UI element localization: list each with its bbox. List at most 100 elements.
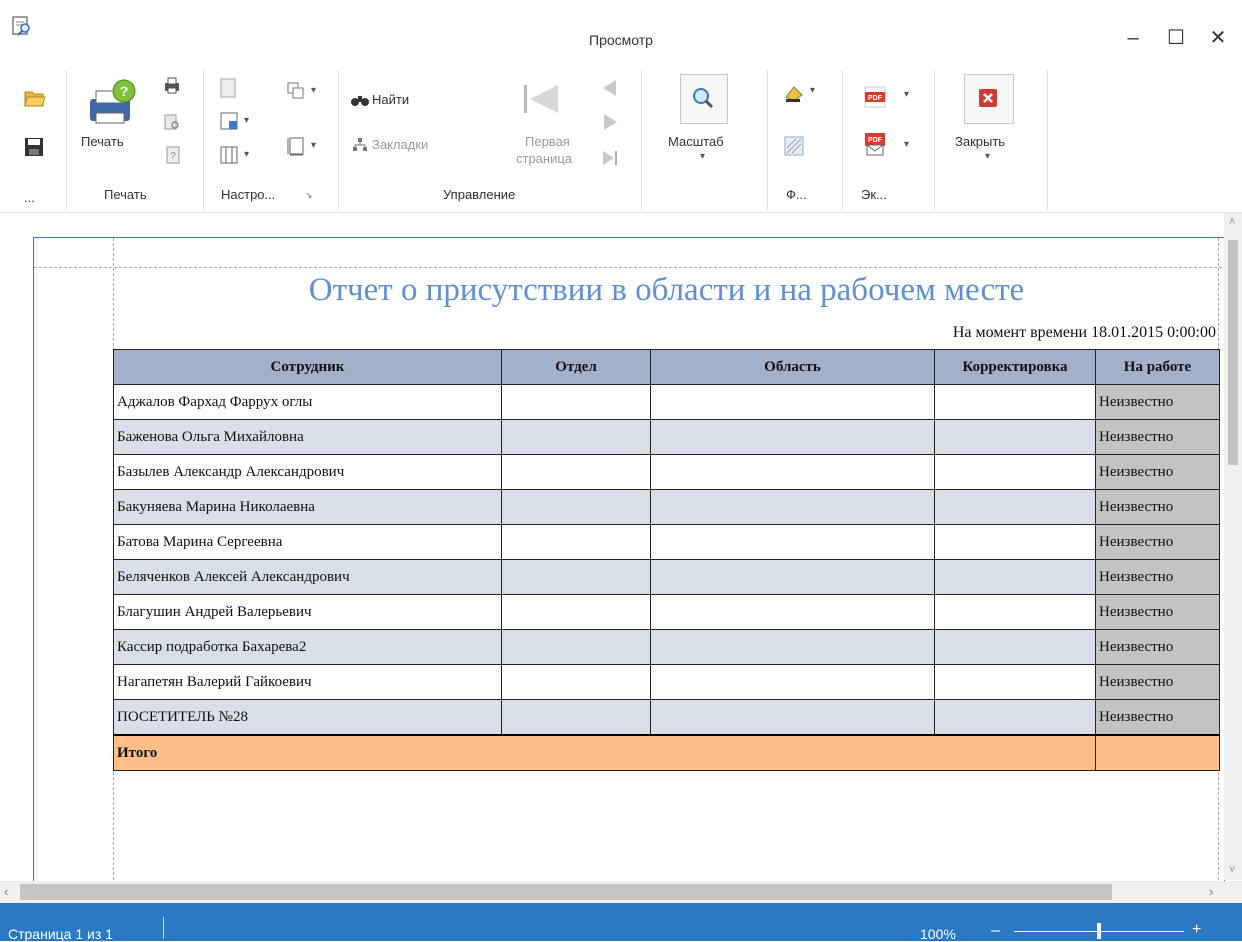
export-pdf-icon[interactable]: PDF — [864, 86, 886, 108]
chevron-down-icon[interactable]: ▾ — [904, 139, 909, 150]
title-bar — [0, 0, 1242, 60]
close-preview-icon[interactable] — [978, 88, 998, 108]
chevron-down-icon[interactable]: ▾ — [700, 151, 705, 162]
binoculars-icon[interactable] — [350, 93, 370, 107]
parameters-icon[interactable]: ? — [165, 146, 181, 164]
previous-page-icon[interactable] — [600, 78, 620, 98]
department-cell — [501, 559, 651, 595]
chevron-down-icon[interactable]: ▾ — [244, 149, 249, 160]
area-cell — [650, 489, 935, 525]
open-folder-icon[interactable] — [24, 88, 46, 108]
margins-icon[interactable] — [220, 146, 238, 164]
zoom-in-button[interactable]: + — [1192, 921, 1201, 939]
status-bar — [0, 903, 1242, 941]
scroll-up-icon[interactable]: ˄ — [1229, 216, 1235, 228]
area-cell — [650, 559, 935, 595]
page-icon[interactable] — [220, 78, 236, 98]
save-icon[interactable] — [24, 137, 44, 157]
department-cell — [501, 629, 651, 665]
quick-print-icon[interactable] — [163, 76, 181, 94]
department-cell — [501, 419, 651, 455]
table-header-row: Сотрудник Отдел Область Корректировка На… — [113, 349, 1220, 385]
next-page-icon[interactable] — [601, 112, 621, 132]
margin-guide-top — [34, 267, 1222, 268]
column-header-correction: Корректировка — [934, 349, 1096, 385]
correction-cell — [934, 559, 1096, 595]
area-cell — [650, 664, 935, 700]
status-cell: Неизвестно — [1095, 454, 1220, 490]
correction-cell — [934, 664, 1096, 700]
group-separator — [66, 70, 67, 210]
correction-cell — [934, 524, 1096, 560]
chevron-down-icon[interactable]: ▾ — [904, 89, 909, 100]
print-button[interactable]: Печать — [81, 134, 124, 149]
area-cell — [650, 384, 935, 420]
employee-cell: Батова Марина Сергеевна — [113, 524, 502, 560]
column-header-department: Отдел — [501, 349, 651, 385]
chevron-down-icon[interactable]: ▾ — [985, 151, 990, 162]
window-title: Просмотр — [589, 32, 653, 48]
correction-cell — [934, 384, 1096, 420]
employee-cell: Аджалов Фархад Фаррух оглы — [113, 384, 502, 420]
status-cell: Неизвестно — [1095, 559, 1220, 595]
status-cell: Неизвестно — [1095, 699, 1220, 736]
bookmarks-button[interactable]: Закладки — [372, 137, 428, 152]
employee-cell: Базылев Александр Александрович — [113, 454, 502, 490]
department-cell — [501, 699, 651, 736]
status-cell: Неизвестно — [1095, 489, 1220, 525]
horizontal-scroll-thumb[interactable] — [20, 884, 1112, 900]
total-value-cell — [1095, 734, 1220, 771]
print-group-label: Печать — [104, 187, 147, 202]
employee-cell: Благушин Андрей Валерьевич — [113, 594, 502, 630]
first-page-label[interactable]: Первая — [525, 134, 570, 149]
first-page-icon[interactable] — [520, 83, 562, 115]
chevron-down-icon[interactable]: ▾ — [244, 115, 249, 126]
zoom-slider-thumb[interactable] — [1097, 923, 1101, 939]
zoom-button[interactable]: Масштаб — [668, 134, 724, 149]
first-page-label-2[interactable]: страница — [516, 151, 572, 166]
vertical-scroll-thumb[interactable] — [1228, 240, 1238, 465]
report-title: Отчет о присутствии в области и на рабоч… — [308, 272, 1025, 308]
format-group-label: Ф... — [786, 187, 807, 202]
dialog-launcher-icon[interactable]: ↘ — [305, 190, 313, 201]
correction-cell — [934, 419, 1096, 455]
ribbon — [0, 60, 1242, 213]
navigation-group-label: Управление — [443, 187, 516, 202]
page-color-icon[interactable] — [783, 83, 805, 103]
send-pdf-icon[interactable]: PDF — [864, 132, 886, 156]
scroll-left-icon[interactable]: ‹ — [4, 884, 8, 899]
scroll-down-icon[interactable]: ˅ — [1229, 864, 1235, 876]
zoom-out-button[interactable]: – — [991, 922, 1000, 940]
chevron-down-icon[interactable]: ▾ — [311, 140, 316, 151]
status-cell: Неизвестно — [1095, 524, 1220, 560]
chevron-down-icon[interactable]: ▾ — [311, 85, 316, 96]
watermark-icon[interactable] — [784, 136, 804, 156]
department-cell — [501, 489, 651, 525]
maximize-button[interactable]: ☐ — [1156, 18, 1196, 58]
multiple-pages-icon[interactable] — [287, 82, 305, 100]
status-cell: Неизвестно — [1095, 594, 1220, 630]
status-cell: Неизвестно — [1095, 629, 1220, 665]
minimize-button[interactable]: – — [1113, 18, 1153, 58]
area-cell — [650, 594, 935, 630]
close-window-button[interactable]: ✕ — [1198, 18, 1238, 58]
group-separator — [338, 70, 339, 210]
magnifier-icon[interactable] — [691, 86, 715, 110]
orientation-icon[interactable] — [220, 112, 238, 130]
column-header-area: Область — [650, 349, 935, 385]
page-setup-icon[interactable] — [163, 113, 181, 131]
print-icon[interactable]: ? — [82, 79, 142, 129]
group-separator — [641, 70, 642, 210]
scroll-right-icon[interactable]: › — [1209, 884, 1213, 899]
employee-cell: ПОСЕТИТЕЛЬ №28 — [113, 699, 502, 736]
status-cell: Неизвестно — [1095, 384, 1220, 420]
close-preview-button[interactable]: Закрыть — [955, 134, 1005, 149]
find-button[interactable]: Найти — [372, 92, 409, 107]
page-size-icon[interactable] — [287, 136, 305, 156]
correction-cell — [934, 594, 1096, 630]
status-cell: Неизвестно — [1095, 664, 1220, 700]
area-cell — [650, 454, 935, 490]
chevron-down-icon[interactable]: ▾ — [810, 85, 815, 96]
bookmarks-tree-icon[interactable] — [352, 137, 368, 153]
last-page-icon[interactable] — [601, 148, 621, 168]
